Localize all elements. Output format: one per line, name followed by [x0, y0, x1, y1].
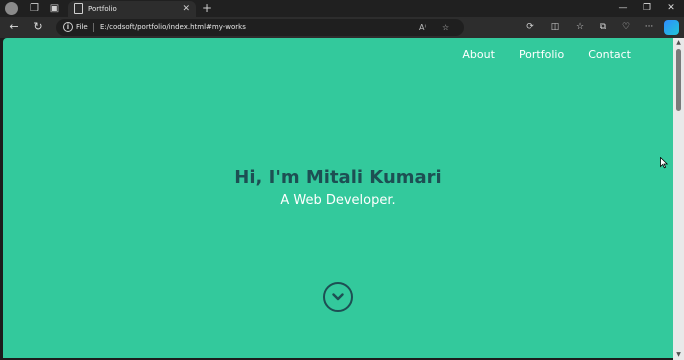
refresh-icon[interactable]: ↻: [30, 19, 46, 35]
url-text[interactable]: E:/codsoft/portfolio/index.html#my-works: [100, 19, 246, 36]
mouse-cursor-icon: [660, 157, 668, 169]
close-window-icon[interactable]: ✕: [660, 0, 682, 17]
tab-actions-icon[interactable]: ▣: [48, 2, 61, 15]
new-tab-icon[interactable]: +: [200, 1, 214, 15]
scroll-up-icon[interactable]: ▲: [675, 40, 682, 46]
minimize-icon[interactable]: —: [612, 0, 634, 17]
read-aloud-icon[interactable]: Aⁱ: [419, 19, 426, 36]
profile-avatar-icon[interactable]: [5, 2, 18, 15]
nav-link-portfolio[interactable]: Portfolio: [519, 48, 564, 62]
address-divider: [93, 23, 94, 32]
back-icon[interactable]: ←: [6, 19, 22, 35]
hero-title: Hi, I'm Mitali Kumari: [234, 167, 442, 188]
scroll-down-arrow-icon[interactable]: ▼: [675, 352, 682, 358]
page-viewport: About Portfolio Contact Hi, I'm Mitali K…: [3, 38, 673, 358]
file-label: File: [76, 23, 88, 31]
copilot-icon[interactable]: [664, 20, 679, 35]
close-tab-icon[interactable]: ✕: [182, 2, 190, 16]
favorites-icon[interactable]: ☆: [572, 19, 588, 35]
site-navigation: About Portfolio Contact: [462, 48, 631, 62]
page-icon: [74, 3, 83, 14]
info-icon[interactable]: i: [63, 22, 73, 32]
more-menu-icon[interactable]: ···: [641, 19, 657, 35]
scrollbar-thumb[interactable]: [676, 49, 681, 111]
restore-icon[interactable]: ❐: [636, 0, 658, 17]
page-scrollbar[interactable]: ▲ ▼: [673, 38, 684, 360]
chevron-down-icon: [332, 293, 344, 301]
scroll-down-button[interactable]: [323, 282, 353, 312]
browser-toolbar: ← ↻ i File E:/codsoft/portfolio/index.ht…: [0, 17, 684, 38]
tab-portfolio[interactable]: Portfolio ✕: [68, 1, 196, 17]
nav-link-contact[interactable]: Contact: [588, 48, 631, 62]
hero-subtitle: A Web Developer.: [280, 193, 396, 208]
favorite-star-icon[interactable]: ☆: [442, 19, 449, 36]
workspaces-icon[interactable]: ❐: [28, 2, 41, 15]
browser-essentials-icon[interactable]: ♡: [618, 19, 634, 35]
nav-link-about[interactable]: About: [462, 48, 495, 62]
extensions-icon[interactable]: ⟳: [522, 19, 538, 35]
split-screen-icon[interactable]: ◫: [547, 19, 563, 35]
browser-title-bar: ❐ ▣ Portfolio ✕ + — ❐ ✕: [0, 0, 684, 17]
tab-title: Portfolio: [88, 5, 117, 13]
address-bar[interactable]: i File E:/codsoft/portfolio/index.html#m…: [56, 19, 464, 36]
collections-icon[interactable]: ⧉: [595, 19, 611, 35]
